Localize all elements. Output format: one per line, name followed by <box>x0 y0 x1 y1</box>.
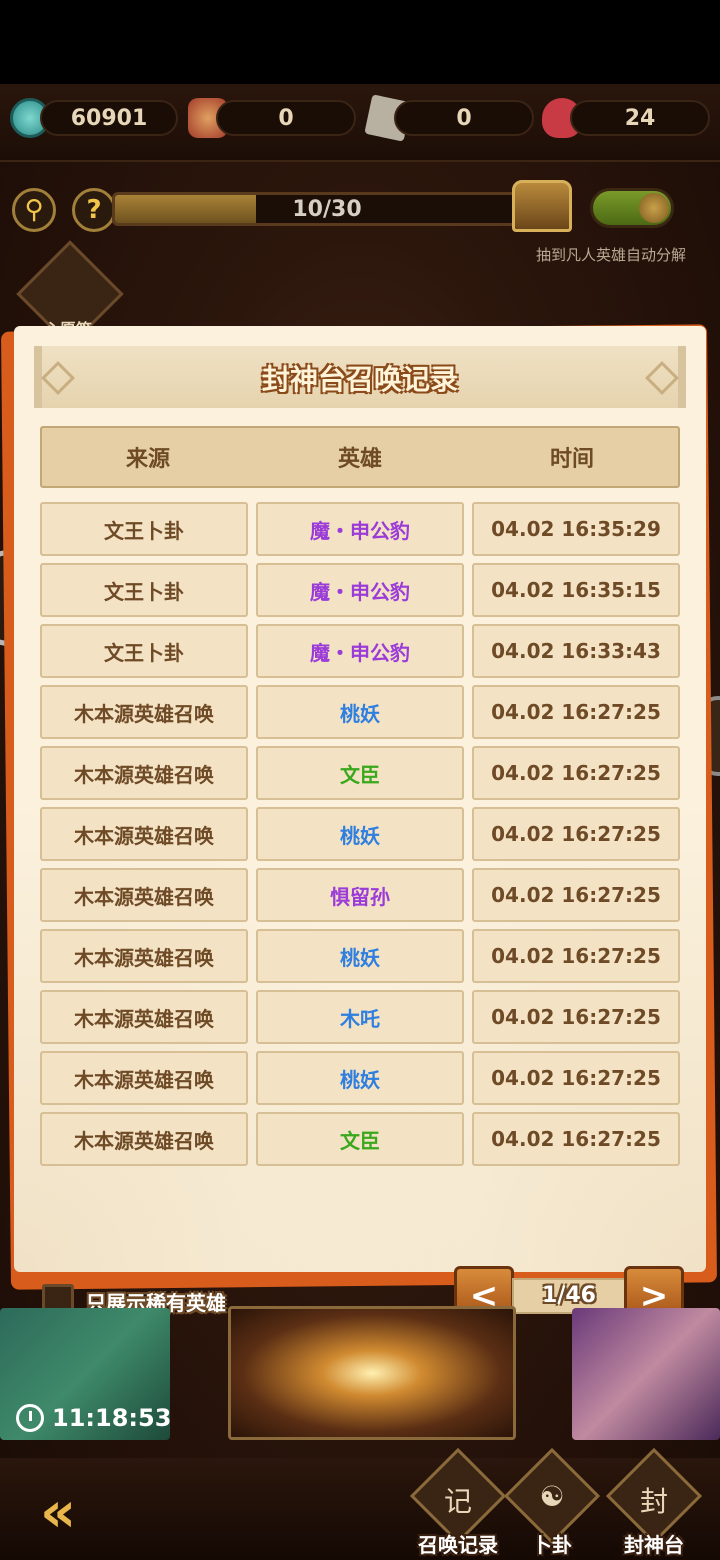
cell-hero: 惧留孙 <box>256 868 464 922</box>
banner-card-left[interactable]: 11:18:53 <box>0 1308 171 1440</box>
banner-timer: 11:18:53 <box>16 1404 171 1432</box>
back-arrow-icon[interactable]: « <box>40 1480 76 1545</box>
cell-time: 04.02 16:27:25 <box>472 807 680 861</box>
cell-hero: 魔・申公豹 <box>256 563 464 617</box>
cell-hero: 魔・申公豹 <box>256 624 464 678</box>
search-icon[interactable]: ⚲ <box>12 188 56 232</box>
cell-source: 文王卜卦 <box>40 563 248 617</box>
cell-hero: 文臣 <box>256 1112 464 1166</box>
nav-label-fengshen-tai: 封神台 <box>624 1533 684 1557</box>
bag-count: 0 <box>216 100 356 136</box>
cell-time: 04.02 16:35:29 <box>472 502 680 556</box>
banner-carousel: 11:18:53 <box>0 1306 720 1442</box>
header-source: 来源 <box>125 447 170 472</box>
cell-time: 04.02 16:33:43 <box>472 624 680 678</box>
summon-record-symbol: 记 <box>443 1485 472 1518</box>
cell-source: 木本源英雄召唤 <box>40 868 248 922</box>
table-row: 文王卜卦 魔・申公豹 04.02 16:35:15 <box>40 563 680 617</box>
cell-time: 04.02 16:27:25 <box>472 1112 680 1166</box>
cell-source: 木本源英雄召唤 <box>40 990 248 1044</box>
coin-count: 60901 <box>40 100 178 136</box>
cell-source: 木本源英雄召唤 <box>40 746 248 800</box>
cell-hero: 魔・申公豹 <box>256 502 464 556</box>
cell-hero: 桃妖 <box>256 685 464 739</box>
toggle-knob <box>639 193 669 223</box>
dialog-title: 封神台召唤记录 <box>261 363 458 396</box>
nav-label-divination: 卜卦 <box>532 1533 572 1557</box>
progress-bar: 10/30 <box>112 192 542 226</box>
auto-decompose-toggle[interactable] <box>590 188 674 228</box>
header-hero: 英雄 <box>337 447 382 472</box>
cell-time: 04.02 16:27:25 <box>472 868 680 922</box>
table-row: 木本源英雄召唤 惧留孙 04.02 16:27:25 <box>40 868 680 922</box>
table-row: 木本源英雄召唤 桃妖 04.02 16:27:25 <box>40 685 680 739</box>
summon-record-dialog: 封神台召唤记录 来源 英雄 时间 文王卜卦 魔・申公豹 04.02 16:35:29… <box>14 326 706 1326</box>
cell-time: 04.02 16:27:25 <box>472 746 680 800</box>
table-header: 来源 英雄 时间 <box>40 426 680 488</box>
scroll-count: 0 <box>394 100 534 136</box>
table-row: 木本源英雄召唤 文臣 04.02 16:27:25 <box>40 746 680 800</box>
header-time: 时间 <box>549 447 594 472</box>
table-row: 木本源英雄召唤 桃妖 04.02 16:27:25 <box>40 929 680 983</box>
help-button[interactable]: ? <box>72 188 116 232</box>
table-row: 文王卜卦 魔・申公豹 04.02 16:35:29 <box>40 502 680 556</box>
cell-hero: 木吒 <box>256 990 464 1044</box>
cell-time: 04.02 16:35:15 <box>472 563 680 617</box>
heart-count: 24 <box>570 100 710 136</box>
game-screen: 60901 0 0 24 ⚲ ? 10/30 抽到凡人英雄自动分解 心愿签 封神… <box>0 84 720 1560</box>
cell-source: 文王卜卦 <box>40 624 248 678</box>
nav-summon-record[interactable]: 记 召唤记录 <box>409 1447 507 1558</box>
cell-source: 文王卜卦 <box>40 502 248 556</box>
cell-source: 木本源英雄召唤 <box>40 807 248 861</box>
dialog-title-band: 封神台召唤记录 <box>34 346 686 408</box>
timer-text: 11:18:53 <box>52 1404 172 1432</box>
table-row: 文王卜卦 魔・申公豹 04.02 16:33:43 <box>40 624 680 678</box>
cell-hero: 桃妖 <box>256 929 464 983</box>
fengshen-tai-symbol: 封 <box>639 1485 668 1518</box>
divination-symbol: ☯ <box>539 1480 565 1513</box>
resource-bar: 60901 0 0 24 <box>0 84 720 162</box>
nav-label-summon-record: 召唤记录 <box>418 1533 498 1557</box>
table-row: 木本源英雄召唤 文臣 04.02 16:27:25 <box>40 1112 680 1166</box>
cell-hero: 桃妖 <box>256 807 464 861</box>
progress-text: 10/30 <box>292 197 362 222</box>
table-row: 木本源英雄召唤 桃妖 04.02 16:27:25 <box>40 1051 680 1105</box>
cell-source: 木本源英雄召唤 <box>40 929 248 983</box>
bottom-nav: « 记 召唤记录 ☯ 卜卦 封 封神台 <box>0 1447 720 1560</box>
banner-card-right[interactable] <box>572 1308 720 1440</box>
banner-card-center[interactable] <box>228 1306 516 1440</box>
auto-decompose-label: 抽到凡人英雄自动分解 <box>536 246 687 264</box>
treasure-chest-icon[interactable] <box>512 180 572 232</box>
cell-time: 04.02 16:27:25 <box>472 1051 680 1105</box>
clock-icon <box>16 1404 44 1432</box>
cell-source: 木本源英雄召唤 <box>40 685 248 739</box>
table-row: 木本源英雄召唤 木吒 04.02 16:27:25 <box>40 990 680 1044</box>
cell-time: 04.02 16:27:25 <box>472 990 680 1044</box>
cell-time: 04.02 16:27:25 <box>472 929 680 983</box>
cell-time: 04.02 16:27:25 <box>472 685 680 739</box>
cell-source: 木本源英雄召唤 <box>40 1051 248 1105</box>
cell-hero: 文臣 <box>256 746 464 800</box>
cell-source: 木本源英雄召唤 <box>40 1112 248 1166</box>
nav-fengshen-tai[interactable]: 封 封神台 <box>605 1447 703 1558</box>
table-row: 木本源英雄召唤 桃妖 04.02 16:27:25 <box>40 807 680 861</box>
cell-hero: 桃妖 <box>256 1051 464 1105</box>
nav-divination[interactable]: ☯ 卜卦 <box>503 1447 601 1558</box>
